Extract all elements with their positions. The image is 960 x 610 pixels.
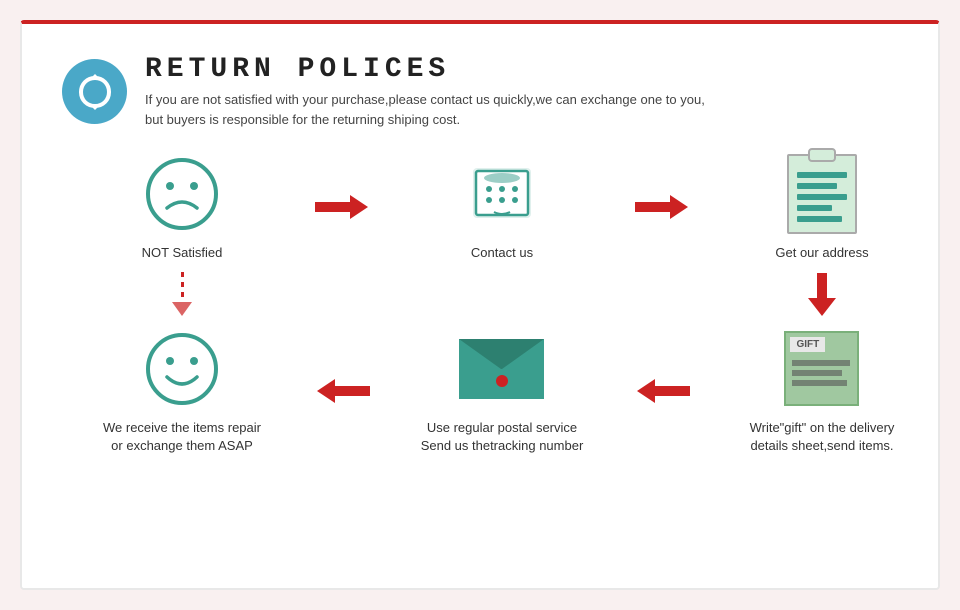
step-get-address: Get our address bbox=[775, 151, 868, 262]
step-write-gift: GIFT Write"gift" on the delivery details… bbox=[750, 326, 895, 455]
page-description: If you are not satisfied with your purch… bbox=[145, 90, 705, 129]
arrow-down-solid bbox=[808, 265, 836, 324]
gift-box-icon: GIFT bbox=[779, 326, 864, 411]
step-contact-us-label: Contact us bbox=[471, 244, 533, 262]
step-not-satisfied-label: NOT Satisfied bbox=[142, 244, 223, 262]
arrow-left-2 bbox=[635, 379, 690, 403]
sad-face-icon bbox=[140, 151, 225, 236]
logo-icon bbox=[62, 59, 127, 124]
step-postal-label: Use regular postal service Send us thetr… bbox=[421, 419, 584, 455]
envelope-icon bbox=[459, 326, 544, 411]
step-receive-label: We receive the items repair or exchange … bbox=[103, 419, 261, 455]
step-receive-repair: We receive the items repair or exchange … bbox=[103, 326, 261, 455]
step-not-satisfied: NOT Satisfied bbox=[140, 151, 225, 262]
page-title: RETURN POLICES bbox=[145, 54, 705, 85]
arrow-right-2 bbox=[635, 195, 690, 219]
phone-icon bbox=[460, 151, 545, 236]
arrow-right-1 bbox=[315, 195, 370, 219]
step-write-gift-label: Write"gift" on the delivery details shee… bbox=[750, 419, 895, 455]
arrow-left-1 bbox=[315, 379, 370, 403]
arrow-down-dashed bbox=[172, 262, 192, 326]
flow-diagram: NOT Satisfied bbox=[62, 151, 898, 456]
step-postal-service: Use regular postal service Send us thetr… bbox=[421, 326, 584, 455]
header-text-block: RETURN POLICES If you are not satisfied … bbox=[145, 54, 705, 129]
clipboard-icon bbox=[780, 151, 865, 236]
happy-face-icon bbox=[140, 326, 225, 411]
step-contact-us: Contact us bbox=[460, 151, 545, 262]
step-get-address-label: Get our address bbox=[775, 244, 868, 262]
return-policy-card: RETURN POLICES If you are not satisfied … bbox=[20, 20, 940, 590]
header-section: RETURN POLICES If you are not satisfied … bbox=[62, 54, 898, 129]
